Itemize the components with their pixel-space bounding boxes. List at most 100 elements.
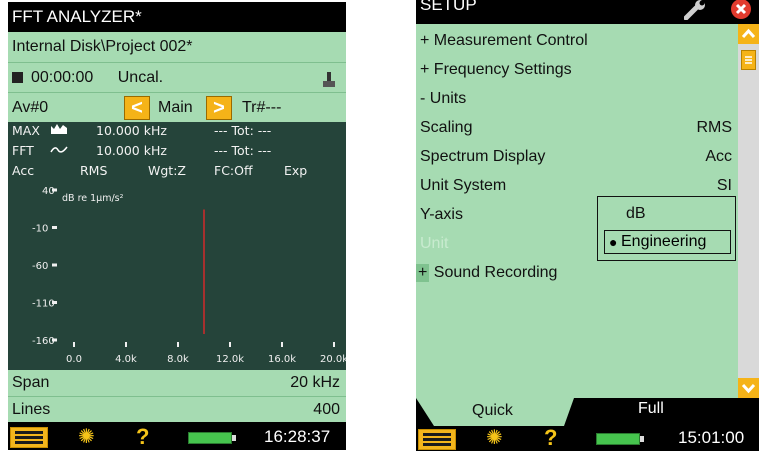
stop-icon[interactable] (12, 72, 23, 83)
project-path[interactable]: Internal Disk\Project 002* (8, 32, 346, 62)
x-tick-label: 0.0 (66, 354, 82, 365)
fft-readout[interactable]: FFT 10.000 kHz --- Tot: --- (8, 142, 346, 162)
setting-fc: FC:Off (214, 163, 253, 178)
tree-item-measurement-control[interactable]: + Measurement Control (420, 32, 588, 50)
max-hold-icon (50, 122, 68, 140)
lines-row[interactable]: Lines 400 (8, 396, 346, 422)
option-db[interactable]: dB (626, 205, 646, 223)
setting-exp: Exp (284, 163, 308, 178)
tree-item-sound-recording[interactable]: + Sound Recording (416, 264, 557, 282)
readout-total: --- Tot: --- (214, 123, 272, 138)
setup-screen: SETUP + Measurement Control + Frequency … (416, 0, 759, 451)
lines-value: 400 (313, 401, 340, 418)
setup-titlebar: SETUP (416, 0, 759, 24)
x-tick-label: 16.0k (268, 354, 296, 365)
spectrum-plot[interactable]: 40 -10 -60 -110 -160 dB re 1µm/s² 0.0 4.0k 8.0k 1… (8, 184, 346, 370)
close-icon[interactable] (730, 0, 752, 25)
x-tick-mark (125, 342, 127, 347)
clock: 16:28:37 (264, 427, 331, 446)
y-axis-label: dB re 1µm/s² (62, 193, 124, 204)
battery-icon[interactable] (596, 433, 644, 445)
param-unit: Unit (420, 235, 449, 252)
scroll-thumb[interactable] (741, 50, 756, 70)
y-tick-mark (52, 263, 57, 267)
backlight-icon[interactable]: ✺ (486, 423, 503, 451)
spectrum-line-icon (50, 142, 68, 160)
x-tick-mark (73, 342, 75, 347)
tab-bar: Quick Full (416, 398, 759, 426)
tab-shape (416, 398, 574, 426)
view-nav-row: Av#0 < Main > Tr#--- (8, 92, 346, 122)
option-engineering[interactable]: ● Engineering (604, 230, 731, 254)
prev-view-button[interactable]: < (124, 96, 150, 120)
averages-count: Av#0 (12, 99, 49, 116)
span-row[interactable]: Span 20 kHz (8, 370, 346, 396)
y-tick-label: -110 (32, 299, 55, 310)
fft-analyzer-screen: FFT ANALYZER* Internal Disk\Project 002*… (8, 2, 346, 450)
x-tick-mark (229, 342, 231, 347)
y-tick-label: -10 (32, 224, 48, 235)
window-title: SETUP (420, 0, 477, 14)
menu-icon[interactable] (10, 427, 48, 448)
tree-item-units[interactable]: - Units (420, 90, 466, 108)
tab-quick[interactable]: Quick (472, 402, 513, 420)
clock: 15:01:00 (678, 428, 745, 447)
status-row: 00:00:00 Uncal. (8, 62, 346, 92)
y-tick-label: -60 (32, 261, 48, 272)
param-unit-system[interactable]: Unit System (420, 177, 506, 195)
scrollbar[interactable] (738, 24, 759, 398)
spectrum-chart: 40-10-60-110-160dB re 1µm/s²0.0 4.0k 8.0k 1… (32, 186, 346, 365)
y-tick-label: -160 (32, 336, 55, 347)
scroll-down-icon[interactable] (738, 378, 759, 398)
help-icon[interactable]: ? (544, 423, 557, 451)
menu-icon[interactable] (418, 429, 456, 450)
max-readout[interactable]: MAX 10.000 kHz --- Tot: --- (8, 122, 346, 142)
span-label: Span (12, 374, 50, 391)
param-scaling[interactable]: Scaling (420, 119, 472, 137)
param-spectrum-display-value[interactable]: Acc (705, 148, 732, 166)
x-tick-mark (281, 342, 283, 347)
bottom-toolbar: ✺ ? 15:01:00 (416, 423, 754, 451)
backlight-icon[interactable]: ✺ (78, 422, 95, 450)
lines-label: Lines (12, 401, 51, 418)
settings-line[interactable]: Acc RMS Wgt:Z FC:Off Exp (8, 162, 346, 184)
x-tick-label: 8.0k (167, 354, 189, 365)
tree-item-frequency-settings[interactable]: + Frequency Settings (420, 61, 572, 79)
y-tick-mark (52, 188, 57, 192)
y-axis-dropdown[interactable]: dB ● Engineering (597, 196, 736, 261)
param-unit-system-value[interactable]: SI (717, 177, 732, 195)
x-tick-mark (177, 342, 179, 347)
readout-label: FFT (12, 143, 34, 158)
x-tick-mark (333, 342, 335, 347)
readout-frequency: 10.000 kHz (96, 123, 167, 138)
help-icon[interactable]: ? (136, 422, 149, 450)
y-tick-mark (52, 301, 57, 304)
scroll-up-icon[interactable] (738, 24, 759, 44)
readout-total: --- Tot: --- (214, 143, 272, 158)
trigger-count: Tr#--- (242, 99, 282, 116)
param-spectrum-display[interactable]: Spectrum Display (420, 148, 545, 166)
wrench-icon[interactable] (683, 0, 708, 25)
y-tick-mark (52, 226, 57, 229)
x-tick-label: 4.0k (115, 354, 137, 365)
param-scaling-value[interactable]: RMS (696, 119, 732, 137)
elapsed-time: 00:00:00 (31, 69, 94, 86)
x-tick-label: 20.0k (320, 354, 346, 365)
next-view-button[interactable]: > (206, 96, 232, 120)
selected-bullet-icon: ● (609, 234, 618, 250)
param-y-axis[interactable]: Y-axis (420, 206, 463, 224)
setting-weighting: Wgt:Z (148, 163, 186, 178)
y-tick-mark (52, 338, 57, 342)
bottom-toolbar: ✺ ? 16:28:37 (8, 422, 346, 450)
expand-icon: + (416, 264, 430, 282)
window-title: FFT ANALYZER* (8, 2, 346, 32)
readout-frequency: 10.000 kHz (96, 143, 167, 158)
x-tick-label: 12.0k (216, 354, 244, 365)
setting-acc: Acc (12, 163, 35, 178)
tab-full[interactable]: Full (638, 400, 664, 418)
setting-rms: RMS (80, 163, 108, 178)
view-name: Main (158, 99, 193, 116)
span-value: 20 kHz (290, 374, 340, 391)
calibration-status: Uncal. (117, 69, 164, 86)
battery-icon[interactable] (188, 432, 236, 444)
